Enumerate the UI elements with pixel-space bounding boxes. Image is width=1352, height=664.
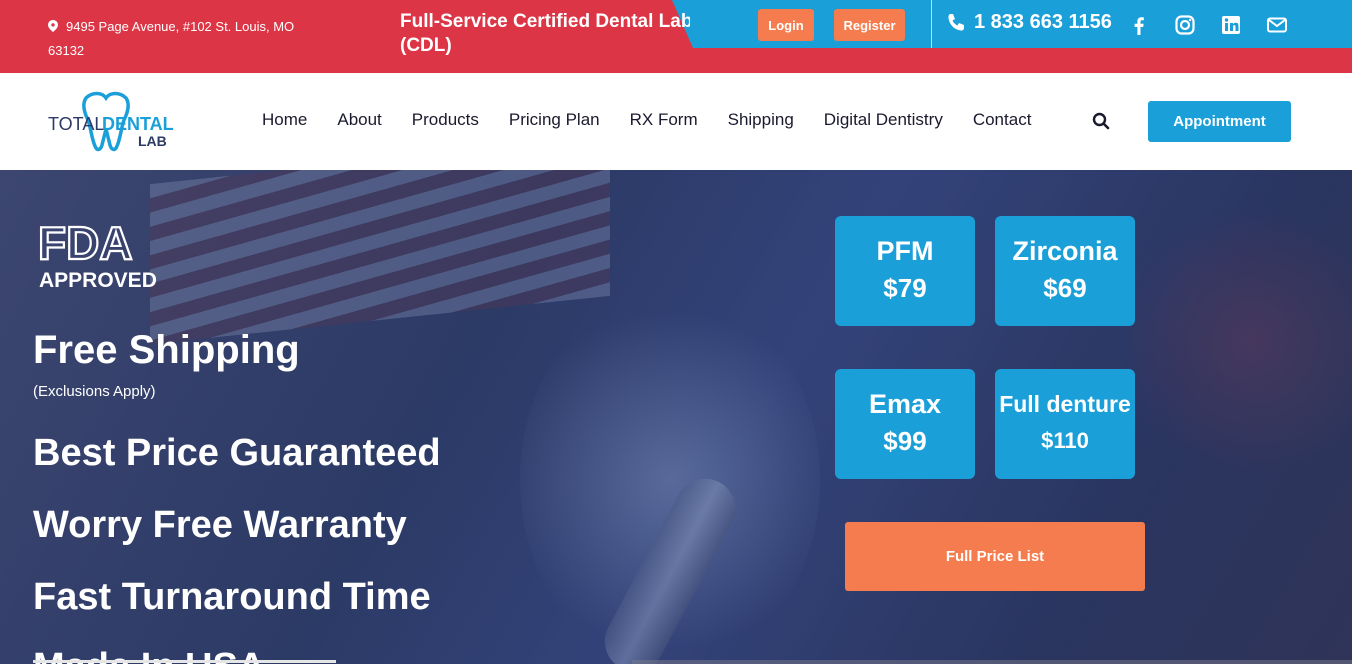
- price-card-name: PFM: [876, 236, 934, 266]
- fda-text: FDA: [38, 217, 133, 269]
- nav-digital-dentistry[interactable]: Digital Dentistry: [824, 110, 943, 130]
- claim-turnaround: Fast Turnaround Time: [33, 576, 431, 618]
- linkedin-icon[interactable]: [1220, 14, 1242, 36]
- logo-text-total: TOTAL: [48, 114, 104, 134]
- logo-text-lab: LAB: [138, 133, 167, 149]
- price-card-name: Zirconia: [1012, 236, 1118, 266]
- price-card-name: Emax: [868, 389, 942, 419]
- claim-best-price: Best Price Guaranteed: [33, 432, 441, 474]
- nav-contact[interactable]: Contact: [973, 110, 1032, 130]
- scroll-cutoff-bar: [33, 660, 336, 663]
- price-card-full-denture[interactable]: Full denture $110: [995, 369, 1135, 479]
- full-price-list-button[interactable]: Full Price List: [845, 522, 1145, 591]
- nav-products[interactable]: Products: [412, 110, 479, 130]
- phone-link[interactable]: 1 833 663 1156: [946, 11, 1112, 34]
- price-card-value: $79: [883, 273, 927, 303]
- nav-pricing-plan[interactable]: Pricing Plan: [509, 110, 600, 130]
- phone-number: 1 833 663 1156: [974, 11, 1112, 33]
- top-divider: [931, 0, 932, 48]
- nav-about[interactable]: About: [337, 110, 381, 130]
- bottom-edge-line: [632, 660, 1352, 664]
- location-pin-icon: [48, 20, 58, 32]
- claim-exclusions: (Exclusions Apply): [33, 383, 156, 400]
- search-icon[interactable]: [1092, 112, 1110, 130]
- price-card-pfm[interactable]: PFM $79: [835, 216, 975, 326]
- price-card-name: Full denture: [999, 391, 1131, 417]
- claim-warranty: Worry Free Warranty: [33, 504, 407, 546]
- address-text: 9495 Page Avenue, #102 St. Louis, MO 631…: [48, 19, 295, 58]
- nav-rx-form[interactable]: RX Form: [630, 110, 698, 130]
- approved-text: APPROVED: [39, 269, 157, 291]
- fda-approved-badge: FDA APPROVED: [37, 216, 157, 291]
- register-button[interactable]: Register: [834, 9, 905, 41]
- facebook-icon[interactable]: [1128, 14, 1150, 36]
- lab-headline: Full-Service Certified Dental Lab (CDL): [400, 11, 690, 56]
- nav-shipping[interactable]: Shipping: [728, 110, 794, 130]
- email-icon[interactable]: [1266, 14, 1288, 36]
- price-card-value: $99: [883, 426, 927, 456]
- price-card-value: $69: [1043, 273, 1087, 303]
- hero-background-flag: [150, 170, 610, 345]
- price-card-value: $110: [1041, 428, 1089, 453]
- instagram-icon[interactable]: [1174, 14, 1196, 36]
- address: 9495 Page Avenue, #102 St. Louis, MO 631…: [48, 15, 298, 63]
- total-dental-lab-logo[interactable]: TOTAL DENTAL LAB: [46, 86, 186, 158]
- logo-text-dental: DENTAL: [102, 114, 174, 134]
- appointment-button[interactable]: Appointment: [1148, 101, 1291, 142]
- login-button[interactable]: Login: [758, 9, 814, 41]
- claim-free-shipping: Free Shipping: [33, 328, 300, 372]
- price-card-emax[interactable]: Emax $99: [835, 369, 975, 479]
- nav-home[interactable]: Home: [262, 110, 307, 130]
- price-card-zirconia[interactable]: Zirconia $69: [995, 216, 1135, 326]
- headline-clip: Full-Service Certified Dental Lab (CDL): [400, 0, 690, 73]
- main-nav: Home About Products Pricing Plan RX Form…: [262, 110, 1031, 130]
- hero-background-glow: [1130, 190, 1352, 490]
- phone-icon: [948, 13, 964, 31]
